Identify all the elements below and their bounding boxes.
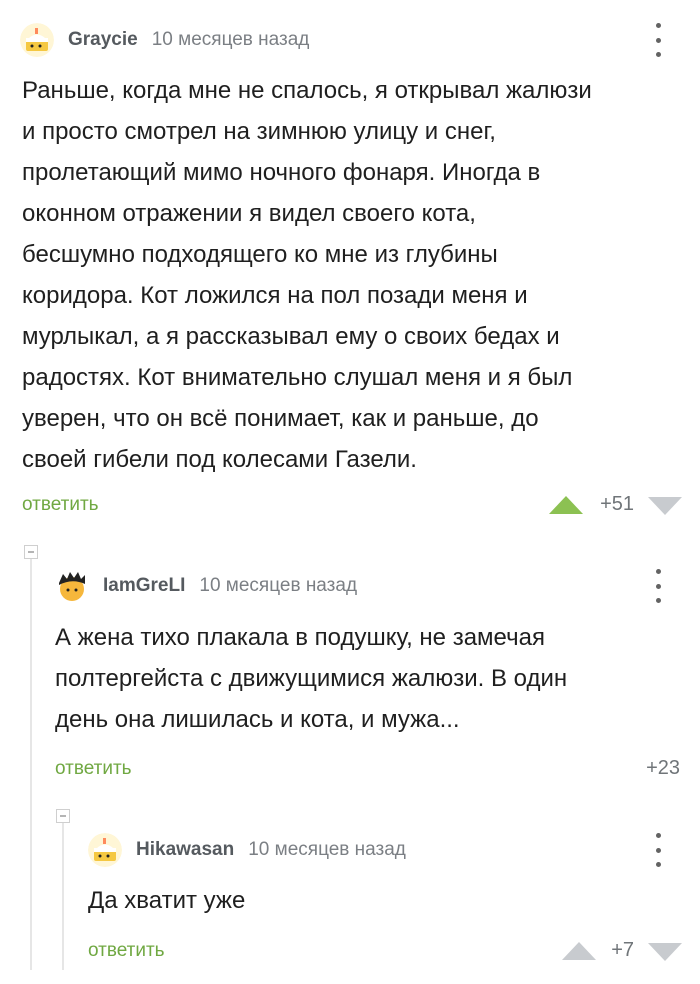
- upvote-icon[interactable]: [562, 942, 596, 960]
- dot: [655, 598, 661, 603]
- dot: [655, 37, 661, 43]
- cake-avatar-icon: [20, 23, 54, 57]
- more-options-button[interactable]: [653, 569, 663, 603]
- dot: [655, 569, 661, 574]
- cake-avatar-icon: [88, 833, 122, 867]
- more-options-button[interactable]: [653, 833, 663, 867]
- comment-header: Graycie 10 месяцев назад: [20, 20, 309, 60]
- dot: [655, 833, 661, 838]
- comment-rating: +23: [646, 757, 680, 779]
- comment-text-line: коридора. Кот ложился на пол позади меня…: [22, 282, 528, 309]
- comment-text-line: пролетающий мимо ночного фонаря. Иногда …: [22, 159, 541, 186]
- user-avatar[interactable]: [88, 833, 122, 867]
- reply-button[interactable]: ответить: [22, 494, 99, 516]
- downvote-icon[interactable]: [648, 943, 682, 961]
- comment-text-line: и просто смотрел на зимнюю улицу и снег,: [22, 118, 496, 145]
- comment-text-line: мурлыкал, а я рассказывал ему о своих бе…: [22, 323, 560, 350]
- comment-header: Hikawasan 10 месяцев назад: [88, 830, 406, 870]
- comment-text-line: Да хватит уже: [88, 887, 246, 914]
- collapse-thread-button[interactable]: [24, 545, 38, 559]
- user-avatar[interactable]: [20, 23, 54, 57]
- comment-text-line: уверен, что он всё понимает, как и раньш…: [22, 405, 539, 432]
- dot: [655, 52, 661, 57]
- comment-author[interactable]: Hikawasan: [136, 839, 234, 861]
- user-avatar[interactable]: [55, 569, 89, 603]
- dot: [655, 847, 661, 853]
- comment-text-line: полтергейста с движущимися жалюзи. В оди…: [55, 665, 568, 692]
- dot: [655, 23, 661, 28]
- comment-timestamp[interactable]: 10 месяцев назад: [199, 575, 357, 597]
- comment-text: Да хватит уже: [88, 880, 688, 921]
- reply-button[interactable]: ответить: [55, 758, 132, 780]
- thread-line-level-1: [30, 552, 32, 970]
- comment-rating: +7: [611, 939, 634, 961]
- comment-author[interactable]: IamGreLI: [103, 575, 185, 597]
- comment-timestamp[interactable]: 10 месяцев назад: [248, 839, 406, 861]
- dot: [655, 583, 661, 589]
- dot: [655, 862, 661, 867]
- comment-author[interactable]: Graycie: [68, 29, 138, 51]
- comment-text-line: радостях. Кот внимательно слушал меня и …: [22, 364, 573, 391]
- comment-text-line: оконном отражении я видел своего кота,: [22, 200, 476, 227]
- comment-text-line: своей гибели под колесами Газели.: [22, 446, 417, 473]
- comment-text-line: бесшумно подходящего ко мне из глубины: [22, 241, 498, 268]
- downvote-icon[interactable]: [648, 497, 682, 515]
- comment-header: IamGreLI 10 месяцев назад: [55, 566, 357, 606]
- upvote-icon[interactable]: [549, 496, 583, 514]
- reply-button[interactable]: ответить: [88, 940, 165, 962]
- thread-line-level-2: [62, 816, 64, 970]
- comment-rating: +51: [600, 493, 634, 515]
- dark-hair-avatar-icon: [55, 569, 89, 603]
- comment-text-line: А жена тихо плакала в подушку, не замеча…: [55, 624, 545, 651]
- comment-text: А жена тихо плакала в подушку, не замеча…: [55, 617, 690, 740]
- comment-text-line: Раньше, когда мне не спалось, я открывал…: [22, 77, 592, 104]
- comment-text-line: день она лишилась и кота, и мужа...: [55, 706, 460, 733]
- comment-timestamp[interactable]: 10 месяцев назад: [152, 29, 310, 51]
- collapse-thread-button[interactable]: [56, 809, 70, 823]
- more-options-button[interactable]: [653, 23, 663, 57]
- comment-text: Раньше, когда мне не спалось, я открывал…: [22, 70, 692, 480]
